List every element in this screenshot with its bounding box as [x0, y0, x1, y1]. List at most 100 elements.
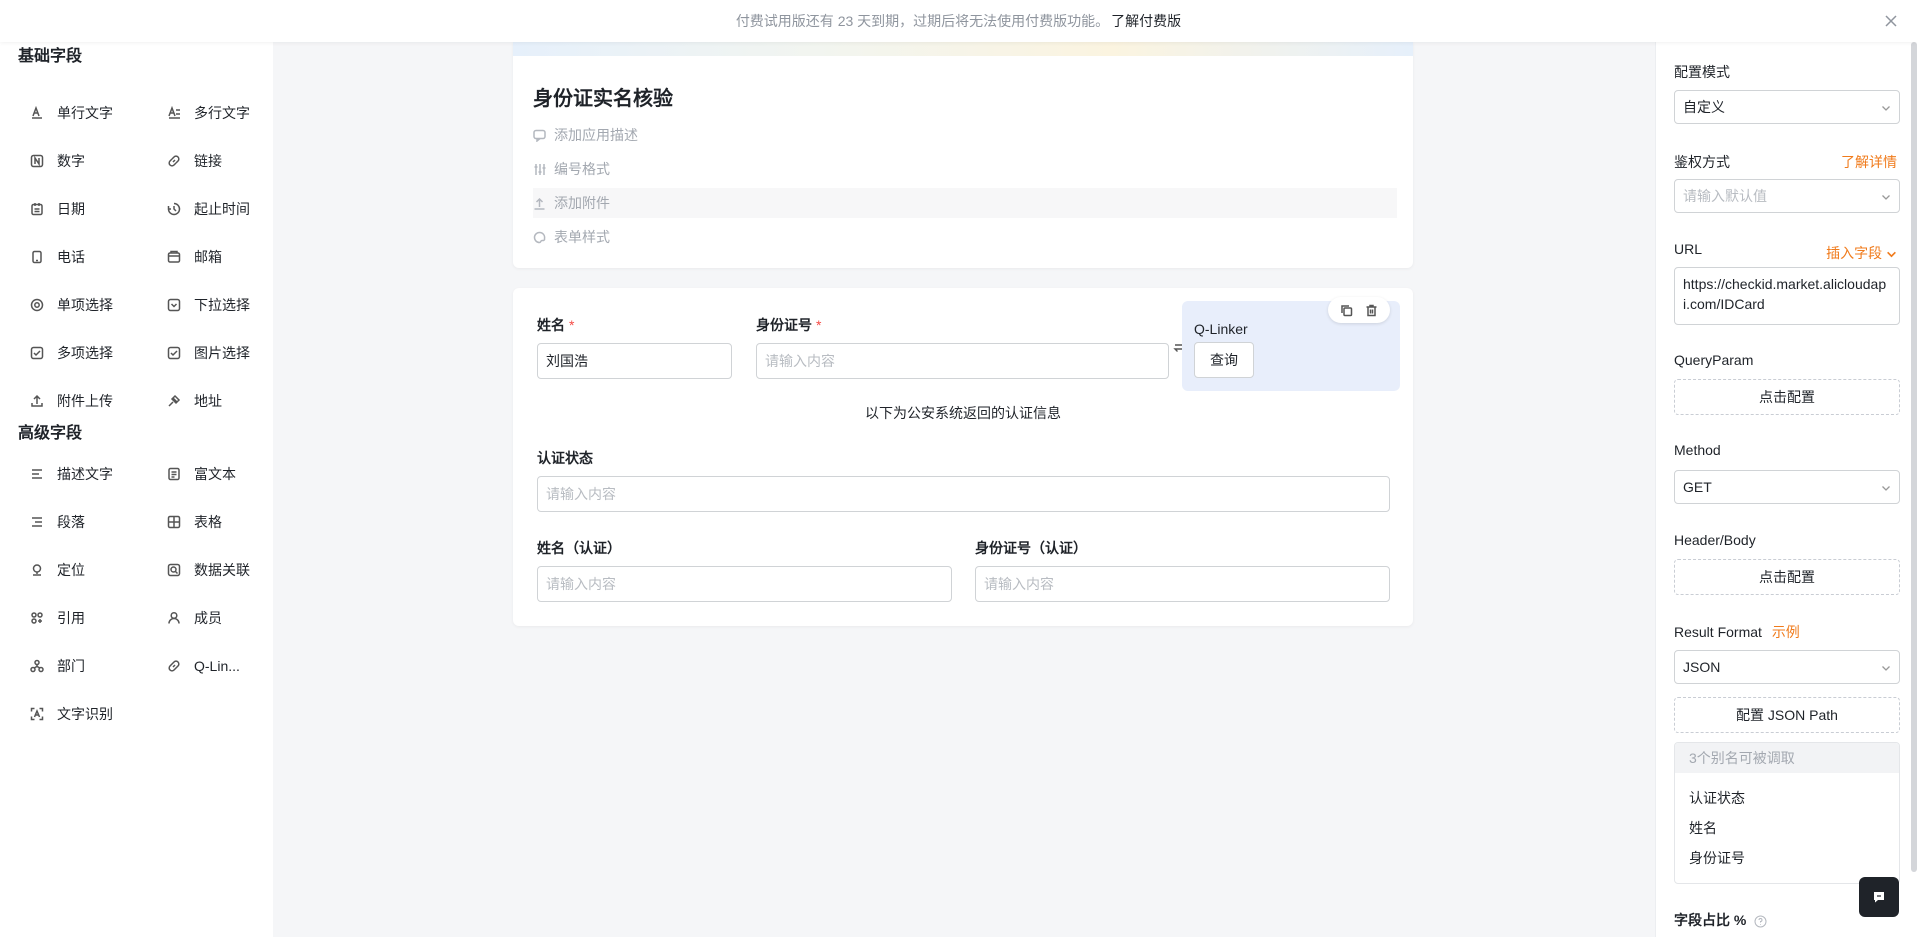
result-format-label: Result Format 示例: [1674, 622, 1800, 642]
description-icon: [28, 465, 46, 483]
field-reference[interactable]: 引用: [28, 600, 85, 636]
field-email[interactable]: 邮箱: [165, 239, 222, 275]
field-radio[interactable]: 单项选择: [28, 287, 113, 323]
field-number[interactable]: 数字: [28, 143, 85, 179]
field-single-line-text[interactable]: 单行文字: [28, 95, 113, 131]
field-label: 单行文字: [57, 105, 113, 121]
insert-field-link[interactable]: 插入字段: [1826, 243, 1897, 263]
auth-method-select[interactable]: 请输入默认值: [1674, 179, 1900, 213]
q-linker-block[interactable]: Q-Linker 查询: [1182, 297, 1400, 391]
json-path-config-button[interactable]: 配置 JSON Path: [1674, 697, 1900, 733]
address-icon: [165, 392, 183, 410]
chevron-down-icon: [1882, 195, 1890, 200]
date-icon: [28, 200, 46, 218]
auth-learn-more-link[interactable]: 了解详情: [1841, 152, 1897, 172]
form-header-card: 身份证实名核验 添加应用描述 编号格式 添加附件 表单样式: [513, 42, 1413, 268]
alias-item[interactable]: 认证状态: [1675, 783, 1899, 813]
field-data-link[interactable]: 数据关联: [165, 552, 250, 588]
field-dropdown[interactable]: 下拉选择: [165, 287, 250, 323]
form-style-label: 表单样式: [554, 229, 610, 245]
field-link[interactable]: 链接: [165, 143, 222, 179]
number-icon: [28, 152, 46, 170]
add-description-label: 添加应用描述: [554, 127, 638, 143]
form-style-button[interactable]: 表单样式: [533, 222, 610, 252]
name-input[interactable]: [537, 343, 732, 379]
field-paragraph[interactable]: 段落: [28, 504, 85, 540]
queryparam-config-button[interactable]: 点击配置: [1674, 379, 1900, 415]
field-phone[interactable]: 电话: [28, 239, 85, 275]
field-label: 描述文字: [57, 466, 113, 482]
field-date[interactable]: 日期: [28, 191, 85, 227]
config-panel: 配置模式 自定义 鉴权方式 了解详情 请输入默认值 URL 插入字段 https…: [1655, 42, 1917, 937]
field-label: 数字: [57, 153, 85, 169]
field-member[interactable]: 成员: [165, 600, 222, 636]
add-description-button[interactable]: 添加应用描述: [533, 120, 638, 150]
url-input[interactable]: https://checkid.market.alicloudapi.com/I…: [1674, 267, 1900, 325]
id-verified-label: 身份证号（认证）: [975, 540, 1087, 556]
radio-icon: [28, 296, 46, 314]
help-icon[interactable]: [1754, 915, 1767, 928]
add-attachment-button[interactable]: 添加附件: [533, 188, 1397, 218]
field-description[interactable]: 描述文字: [28, 456, 113, 492]
field-ocr[interactable]: 文字识别: [28, 696, 113, 732]
delete-icon[interactable]: [1365, 304, 1378, 317]
chat-button[interactable]: [1859, 877, 1899, 917]
required-mark: *: [569, 317, 575, 333]
field-time-range[interactable]: 起止时间: [165, 191, 250, 227]
field-rich-text[interactable]: 富文本: [165, 456, 236, 492]
alias-list-header: 3个别名可被调取: [1675, 743, 1899, 773]
status-input[interactable]: [537, 476, 1390, 512]
sliders-icon: [534, 163, 546, 175]
upload-icon: [28, 392, 46, 410]
table-icon: [165, 513, 183, 531]
field-department[interactable]: 部门: [28, 648, 85, 684]
field-q-linker[interactable]: Q-Lin...: [165, 648, 240, 684]
id-number-input[interactable]: [756, 343, 1169, 379]
q-linker-toolbar: [1328, 297, 1390, 323]
field-multi-line-text[interactable]: 多行文字: [165, 95, 250, 131]
number-format-button[interactable]: 编号格式: [533, 154, 610, 184]
copy-icon[interactable]: [1340, 304, 1353, 317]
palette-icon: [533, 231, 546, 243]
field-address[interactable]: 地址: [165, 383, 222, 419]
field-checkbox[interactable]: 多项选择: [28, 335, 113, 371]
alias-item[interactable]: 身份证号: [1675, 843, 1899, 873]
name-verified-label: 姓名（认证）: [537, 540, 621, 556]
single-line-text-icon: [28, 104, 46, 122]
field-image-select[interactable]: 图片选择: [165, 335, 250, 371]
alias-item[interactable]: 姓名: [1675, 813, 1899, 843]
field-table[interactable]: 表格: [165, 504, 222, 540]
field-label: 链接: [194, 153, 222, 169]
q-linker-name: Q-Linker: [1194, 321, 1248, 337]
field-label: 电话: [57, 249, 85, 265]
alias-list: 3个别名可被调取 认证状态 姓名 身份证号: [1674, 742, 1900, 884]
field-label: 表格: [194, 514, 222, 530]
form-title[interactable]: 身份证实名核验: [533, 82, 673, 111]
department-icon: [28, 657, 46, 675]
name-label-text: 姓名: [537, 317, 565, 333]
query-button[interactable]: 查询: [1194, 342, 1254, 378]
id-verified-input[interactable]: [975, 566, 1390, 602]
id-field-label: 身份证号 *: [756, 315, 821, 335]
learn-paid-link[interactable]: 了解付费版: [1111, 11, 1181, 31]
auth-placeholder: 请输入默认值: [1683, 188, 1767, 204]
field-location[interactable]: 定位: [28, 552, 85, 588]
close-icon[interactable]: [1881, 11, 1901, 31]
insert-field-text: 插入字段: [1826, 245, 1883, 261]
result-format-select[interactable]: JSON: [1674, 650, 1900, 684]
name-verified-input[interactable]: [537, 566, 952, 602]
field-palette: 基础字段 单行文字 多行文字 数字 链接 日期 起止时间 电话 邮箱 单项选择 …: [0, 42, 273, 937]
field-label: 单项选择: [57, 297, 113, 313]
example-link[interactable]: 示例: [1772, 624, 1800, 640]
method-select[interactable]: GET: [1674, 470, 1900, 504]
scrollbar[interactable]: [1911, 42, 1917, 872]
method-label: Method: [1674, 442, 1721, 458]
result-format-value: JSON: [1683, 659, 1721, 675]
dropdown-icon: [165, 296, 183, 314]
field-upload[interactable]: 附件上传: [28, 383, 113, 419]
config-mode-select[interactable]: 自定义: [1674, 90, 1900, 124]
header-body-label: Header/Body: [1674, 532, 1756, 548]
field-label: 段落: [57, 514, 85, 530]
header-body-config-button[interactable]: 点击配置: [1674, 559, 1900, 595]
multi-line-text-icon: [165, 104, 183, 122]
